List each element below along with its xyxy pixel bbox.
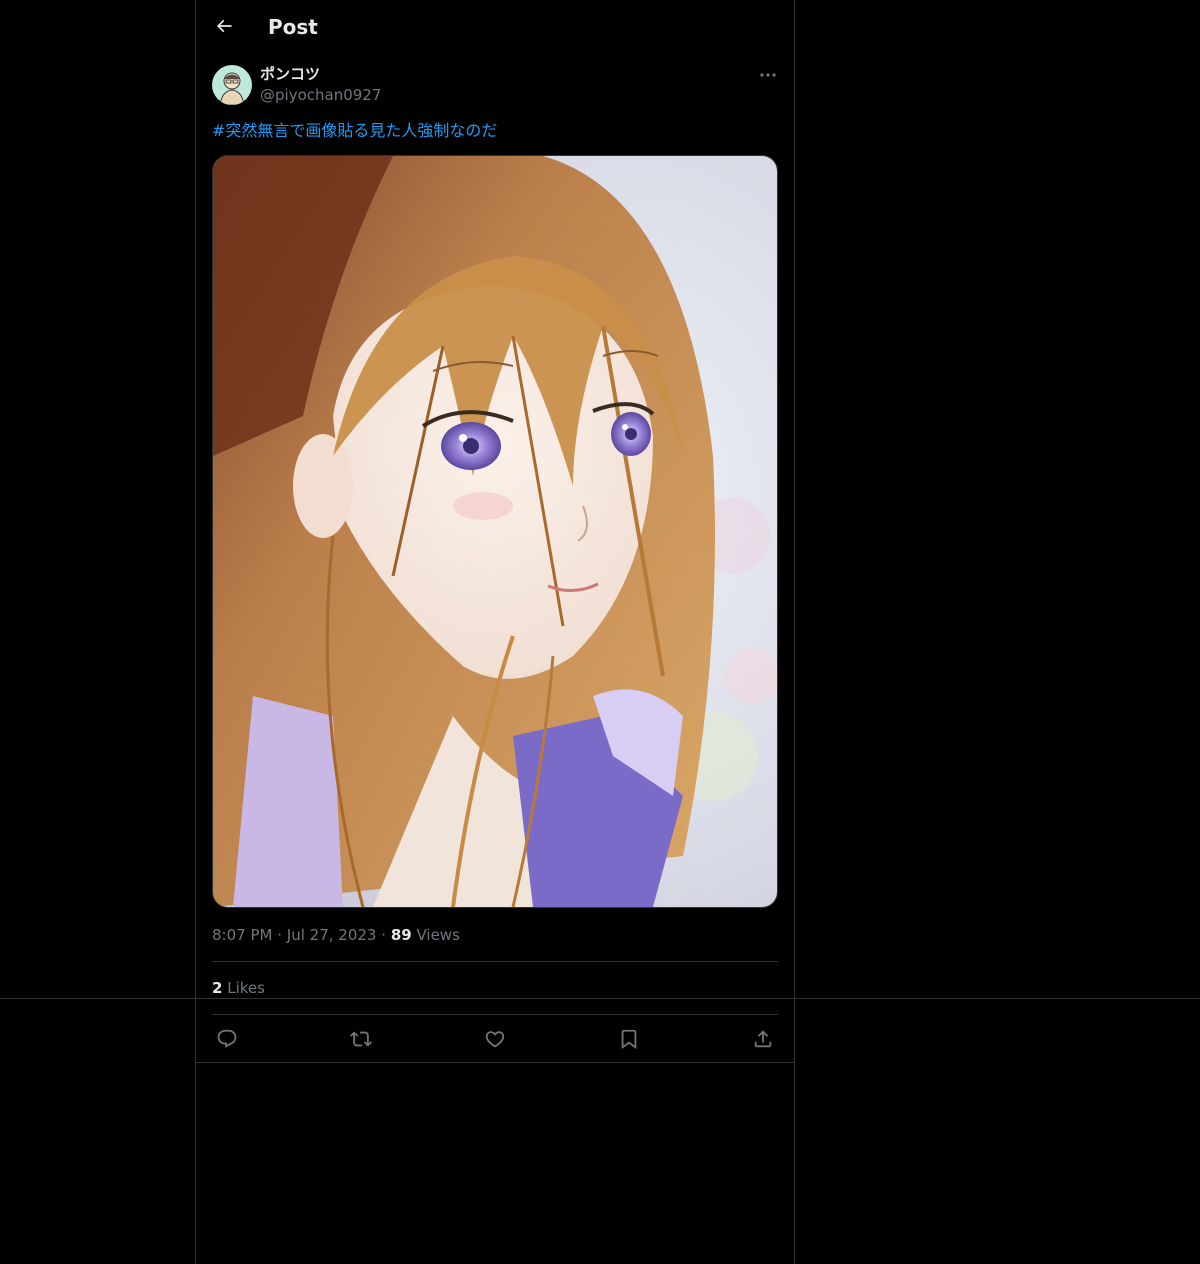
like-heart-icon <box>485 1031 505 1048</box>
tweet-time[interactable]: 8:07 PM <box>212 926 272 944</box>
anime-portrait-illustration <box>213 156 777 907</box>
likes-label: Likes <box>227 979 265 997</box>
divider <box>196 1062 794 1063</box>
more-options-button[interactable] <box>756 64 780 86</box>
page: Post ポンコツ @piyochan0927 #突然無言で画像貼る見た人強制な… <box>0 0 1200 1264</box>
page-title: Post <box>268 15 318 39</box>
divider <box>212 1014 778 1015</box>
avatar-image <box>212 65 252 105</box>
meta-separator: · <box>277 926 283 944</box>
tweet-date[interactable]: Jul 27, 2023 <box>287 926 377 944</box>
divider <box>212 961 778 962</box>
bookmark-icon <box>621 1029 637 1050</box>
author-display-name[interactable]: ポンコツ <box>260 64 320 84</box>
tweet-meta: 8:07 PM · Jul 27, 2023 · 89 Views <box>212 925 460 945</box>
bookmark-button[interactable] <box>614 1026 644 1052</box>
retweet-icon <box>350 1031 372 1047</box>
meta-separator: · <box>381 926 387 944</box>
retweet-button[interactable] <box>346 1026 376 1052</box>
avatar[interactable] <box>212 65 252 105</box>
views-label: Views <box>416 926 460 944</box>
reply-button[interactable] <box>212 1026 242 1052</box>
back-button[interactable] <box>210 12 238 40</box>
divider <box>0 998 1200 999</box>
hashtag-link[interactable]: #突然無言で画像貼る見た人強制なのだ <box>212 120 497 142</box>
action-bar <box>212 1026 778 1052</box>
likes-stat[interactable]: 2 Likes <box>212 978 265 998</box>
like-button[interactable] <box>480 1026 510 1052</box>
more-dots-icon <box>760 73 776 77</box>
views-count: 89 <box>390 926 412 944</box>
arrow-left-icon <box>216 19 232 33</box>
share-button[interactable] <box>748 1026 778 1052</box>
author-handle[interactable]: @piyochan0927 <box>260 85 381 105</box>
tweet-media-image[interactable] <box>212 155 778 908</box>
share-icon <box>754 1030 772 1048</box>
likes-count: 2 <box>212 979 223 997</box>
reply-icon <box>217 1029 237 1048</box>
